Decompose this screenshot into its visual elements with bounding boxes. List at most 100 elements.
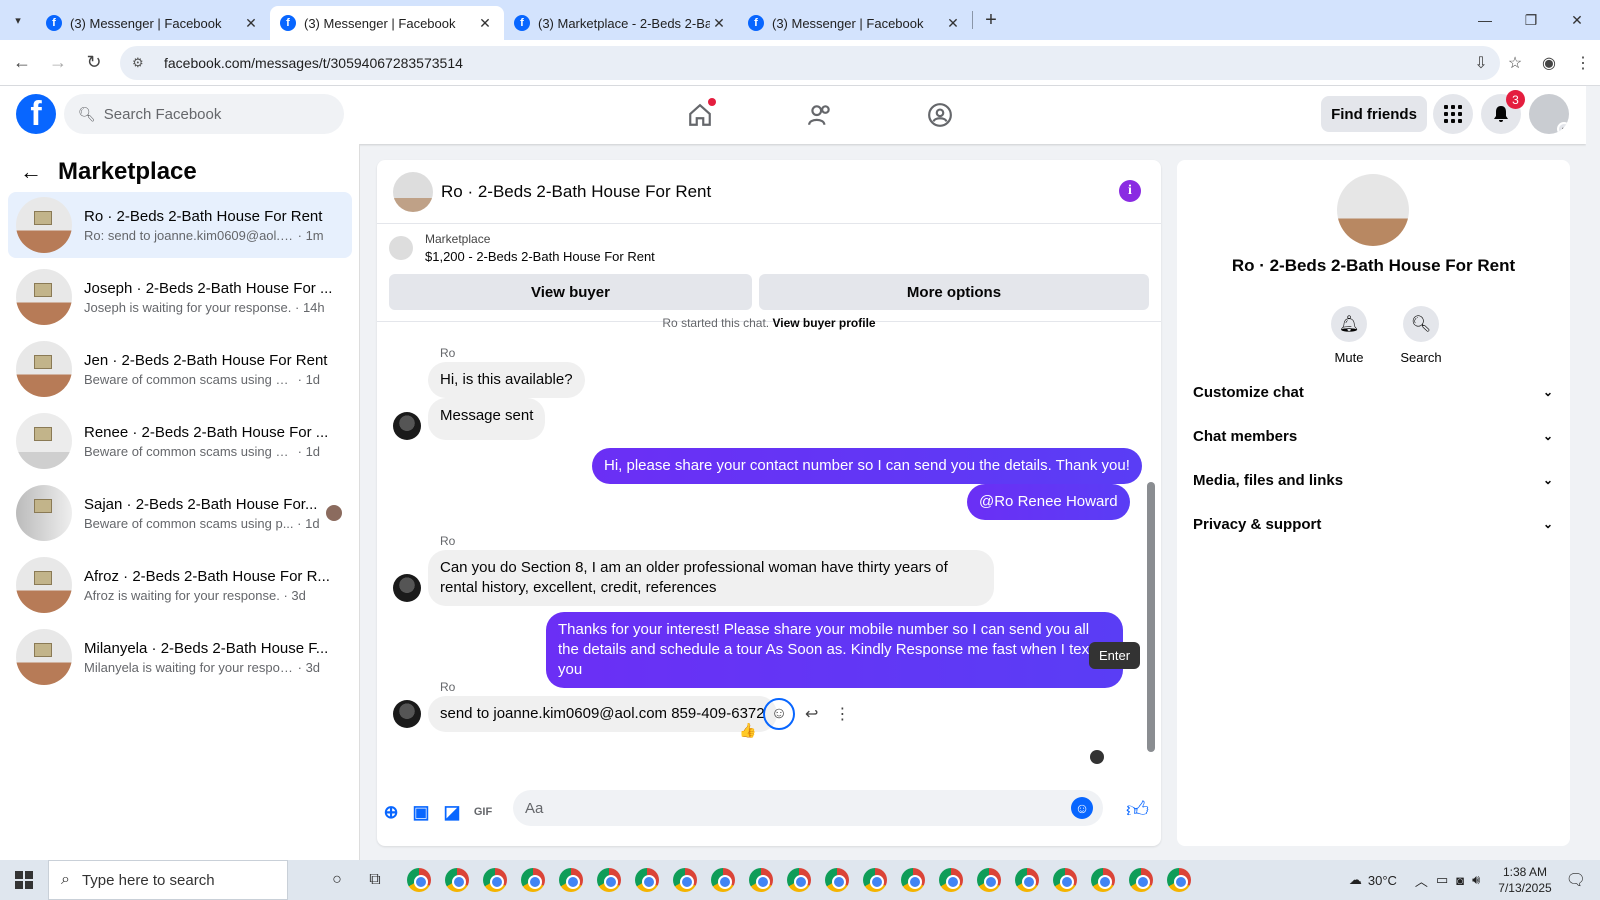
more-vertical-icon[interactable]: ⋮ bbox=[834, 704, 850, 724]
restore-icon[interactable]: ❐ bbox=[1508, 0, 1554, 40]
chrome-icon[interactable] bbox=[818, 860, 856, 900]
browser-tab-active[interactable]: f (3) Messenger | Facebook ✕ bbox=[270, 6, 504, 40]
chrome-icon[interactable] bbox=[1160, 860, 1198, 900]
site-info-icon[interactable]: ⚙ bbox=[132, 55, 150, 71]
nav-groups[interactable] bbox=[880, 86, 1000, 144]
facebook-logo-icon[interactable]: f bbox=[16, 94, 56, 134]
info-icon[interactable]: i bbox=[1119, 180, 1141, 202]
chrome-icon[interactable] bbox=[1122, 860, 1160, 900]
conversation-item[interactable]: Joseph · 2-Beds 2-Bath House For ... Jos… bbox=[8, 264, 352, 330]
chrome-icon[interactable] bbox=[970, 860, 1008, 900]
find-friends-button[interactable]: Find friends bbox=[1321, 96, 1427, 132]
reply-icon[interactable]: ↩ bbox=[805, 704, 818, 724]
windows-start-icon[interactable] bbox=[0, 871, 48, 889]
chrome-icon[interactable] bbox=[628, 860, 666, 900]
bell-icon bbox=[1494, 106, 1508, 122]
minimize-icon[interactable]: — bbox=[1462, 0, 1508, 40]
conversation-item[interactable]: Sajan · 2-Beds 2-Bath House For... Bewar… bbox=[8, 480, 352, 546]
conversation-item[interactable]: Renee · 2-Beds 2-Bath House For ... Bewa… bbox=[8, 408, 352, 474]
chrome-icon[interactable] bbox=[514, 860, 552, 900]
sticker-icon[interactable]: ◪ bbox=[436, 796, 468, 828]
chrome-icon[interactable] bbox=[780, 860, 818, 900]
chrome-icon[interactable] bbox=[438, 860, 476, 900]
profile-icon[interactable]: ◉ bbox=[1532, 46, 1566, 80]
install-app-icon[interactable]: ⇩ bbox=[1464, 46, 1498, 80]
browser-tab[interactable]: f (3) Messenger | Facebook ✕ bbox=[738, 6, 972, 40]
chrome-icon[interactable] bbox=[894, 860, 932, 900]
conversation-item[interactable]: Milanyela · 2-Beds 2-Bath House F... Mil… bbox=[8, 624, 352, 690]
section-chat-members[interactable]: Chat members ⌄ bbox=[1193, 418, 1553, 454]
tab-search-chevron-icon[interactable]: ▾ bbox=[0, 0, 36, 40]
taskbar-search-input[interactable]: ⌕ Type here to search bbox=[48, 860, 288, 900]
plus-circle-icon[interactable]: ⊕ bbox=[377, 796, 407, 828]
show-hidden-icons-chevron-icon[interactable]: ︿ bbox=[1415, 871, 1428, 890]
gallery-icon[interactable]: ▣ bbox=[405, 796, 437, 828]
chat-avatar[interactable] bbox=[393, 171, 433, 212]
chrome-icon[interactable] bbox=[1084, 860, 1122, 900]
chat-title[interactable]: Ro · 2-Beds 2-Bath House For Rent bbox=[441, 182, 711, 202]
thumbs-up-icon[interactable]: 👍︎ bbox=[1126, 796, 1149, 823]
chrome-icon[interactable] bbox=[666, 860, 704, 900]
chrome-icon[interactable] bbox=[932, 860, 970, 900]
close-tab-icon[interactable]: ✕ bbox=[944, 15, 962, 32]
page-scrollbar[interactable] bbox=[1586, 86, 1600, 860]
marketplace-context[interactable]: Marketplace $1,200 - 2-Beds 2-Bath House… bbox=[389, 232, 655, 264]
kebab-menu-icon[interactable]: ⋮ bbox=[1566, 46, 1600, 80]
nav-friends[interactable] bbox=[760, 86, 880, 144]
new-tab-plus-icon[interactable]: + bbox=[973, 9, 1009, 32]
search-button[interactable]: 🔍︎ Search bbox=[1385, 306, 1457, 365]
weather-icon[interactable]: ☁ bbox=[1349, 872, 1362, 888]
account-avatar[interactable]: ▾ bbox=[1529, 94, 1569, 134]
network-icon[interactable]: ▭ bbox=[1436, 872, 1448, 888]
back-arrow-icon[interactable]: ← bbox=[4, 45, 40, 81]
view-buyer-button[interactable]: View buyer bbox=[389, 274, 752, 310]
react-emoji-icon[interactable]: ☺ bbox=[763, 698, 795, 730]
camera-icon[interactable]: ◙ bbox=[1456, 873, 1464, 888]
close-tab-icon[interactable]: ✕ bbox=[242, 15, 260, 32]
chrome-icon[interactable] bbox=[704, 860, 742, 900]
cortana-circle-icon[interactable]: ○ bbox=[318, 860, 356, 900]
reload-icon[interactable]: ↻ bbox=[76, 45, 112, 81]
menu-grid-button[interactable] bbox=[1433, 94, 1473, 134]
emoji-icon[interactable]: ☺ bbox=[1071, 797, 1093, 819]
system-clock[interactable]: 1:38 AM 7/13/2025 bbox=[1498, 864, 1551, 896]
conversation-time: · 1d bbox=[297, 515, 320, 531]
section-privacy-support[interactable]: Privacy & support ⌄ bbox=[1193, 506, 1553, 542]
conversation-item[interactable]: Afroz · 2-Beds 2-Bath House For R... Afr… bbox=[8, 552, 352, 618]
browser-tab[interactable]: f (3) Messenger | Facebook ✕ bbox=[36, 6, 270, 40]
notification-center-icon[interactable]: 🗨︎ bbox=[1566, 870, 1586, 890]
section-customize-chat[interactable]: Customize chat ⌄ bbox=[1193, 374, 1553, 410]
forward-arrow-icon[interactable]: → bbox=[40, 45, 76, 81]
back-arrow-icon[interactable]: ← bbox=[20, 159, 42, 185]
chrome-icon[interactable] bbox=[1008, 860, 1046, 900]
browser-tab[interactable]: f (3) Marketplace - 2-Beds 2-Bath ✕ bbox=[504, 6, 738, 40]
section-media-files-links[interactable]: Media, files and links ⌄ bbox=[1193, 462, 1553, 498]
nav-home[interactable] bbox=[640, 86, 760, 144]
chrome-icon[interactable] bbox=[590, 860, 628, 900]
close-tab-icon[interactable]: ✕ bbox=[476, 15, 494, 32]
mute-button[interactable]: 🔔︎ Mute bbox=[1313, 306, 1385, 365]
chrome-icon[interactable] bbox=[742, 860, 780, 900]
address-bar[interactable]: ⚙ facebook.com/messages/t/30594067283573… bbox=[120, 46, 1500, 80]
thread-scrollbar[interactable] bbox=[1147, 482, 1155, 752]
task-view-icon[interactable]: ⧉ bbox=[356, 860, 394, 900]
chrome-icon[interactable] bbox=[856, 860, 894, 900]
volume-icon[interactable]: 🔊︎ bbox=[1472, 872, 1480, 888]
message-input[interactable]: Aa ☺ bbox=[513, 790, 1103, 826]
close-tab-icon[interactable]: ✕ bbox=[710, 15, 728, 32]
temperature[interactable]: 30°C bbox=[1368, 873, 1397, 888]
conversation-item[interactable]: Ro · 2-Beds 2-Bath House For Rent Ro: se… bbox=[8, 192, 352, 258]
gif-icon[interactable]: GIF bbox=[467, 796, 499, 828]
close-window-icon[interactable]: ✕ bbox=[1554, 0, 1600, 40]
view-buyer-profile-link[interactable]: View buyer profile bbox=[772, 316, 875, 330]
chrome-icon[interactable] bbox=[476, 860, 514, 900]
bookmark-star-icon[interactable]: ☆ bbox=[1498, 46, 1532, 80]
chrome-icon[interactable] bbox=[1046, 860, 1084, 900]
facebook-search-input[interactable]: 🔍︎ Search Facebook bbox=[64, 94, 344, 134]
more-options-button[interactable]: More options bbox=[759, 274, 1149, 310]
chrome-icon[interactable] bbox=[552, 860, 590, 900]
profile-avatar[interactable] bbox=[1337, 174, 1409, 246]
notifications-button[interactable]: 3 bbox=[1481, 90, 1525, 134]
chrome-icon[interactable] bbox=[400, 860, 438, 900]
conversation-item[interactable]: Jen · 2-Beds 2-Bath House For Rent Bewar… bbox=[8, 336, 352, 402]
